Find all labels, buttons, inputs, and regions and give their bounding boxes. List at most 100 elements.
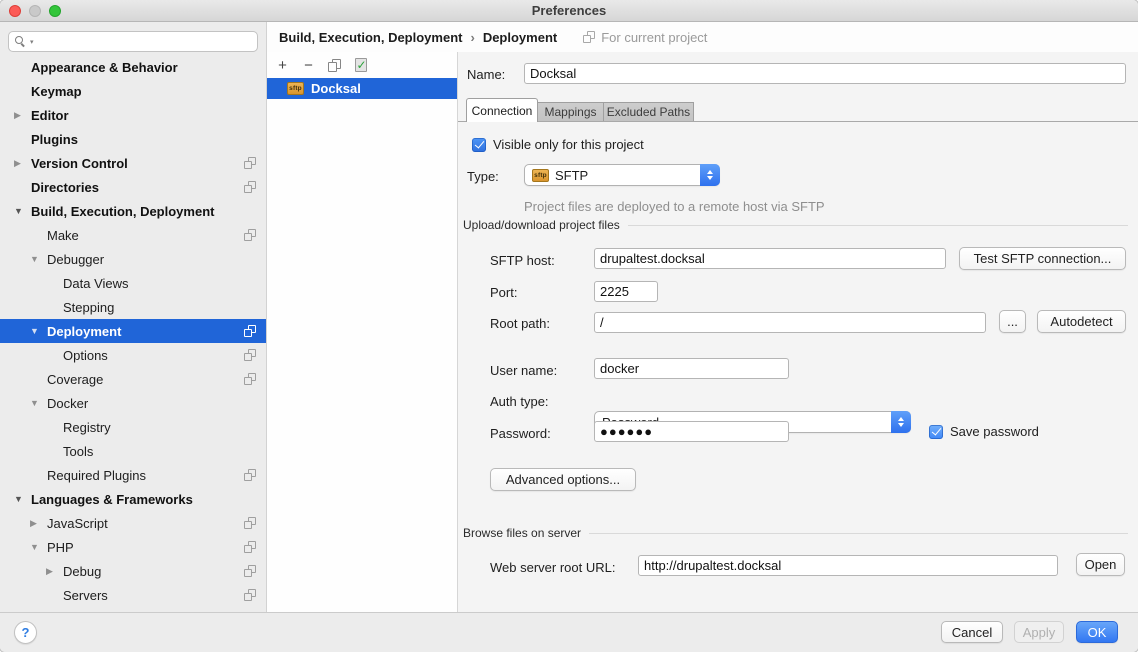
chevron-down-icon[interactable] [14,206,31,216]
visible-only-checkbox[interactable]: Visible only for this project [472,137,644,152]
sidebar-item-data-views[interactable]: Data Views [0,271,266,295]
sidebar-item-build-execution-deployment[interactable]: Build, Execution, Deployment [0,199,266,223]
scope-indicator: For current project [583,30,707,45]
chevron-down-icon[interactable] [30,326,47,336]
auth-type-label: Auth type: [490,394,549,409]
checkbox-checked-icon[interactable] [929,425,943,439]
name-label: Name: [467,67,505,82]
upload-section-header: Upload/download project files [463,218,1128,232]
deployment-form: Name: Connection Mappings Excluded Paths… [457,52,1138,612]
sidebar-item-make[interactable]: Make [0,223,266,247]
sidebar-item-javascript[interactable]: JavaScript [0,511,266,535]
sftp-host-label: SFTP host: [490,253,555,268]
sidebar-item-docker[interactable]: Docker [0,391,266,415]
port-input[interactable] [594,281,658,302]
search-options-caret-icon[interactable]: ▾ [30,38,34,46]
sidebar-item-options[interactable]: Options [0,343,266,367]
chevron-down-icon[interactable] [30,398,47,408]
root-path-input[interactable] [594,312,986,333]
checkbox-checked-icon[interactable] [472,138,486,152]
sftp-host-input[interactable] [594,248,946,269]
add-server-button[interactable]: + [274,57,291,74]
settings-search-input[interactable]: ▾ [8,31,258,52]
server-list-toolbar: + − [267,52,457,78]
type-label: Type: [467,169,499,184]
sidebar-item-coverage[interactable]: Coverage [0,367,266,391]
chevron-down-icon[interactable] [14,494,31,504]
sidebar-item-appearance-behavior[interactable]: Appearance & Behavior [0,55,266,79]
tabbar: Connection Mappings Excluded Paths [458,98,1138,122]
sidebar-item-debug[interactable]: Debug [0,559,266,583]
tab-mappings[interactable]: Mappings [538,102,604,122]
sidebar-item-tools[interactable]: Tools [0,439,266,463]
current-project-icon [244,229,256,241]
ok-button[interactable]: OK [1076,621,1118,643]
breadcrumb-category[interactable]: Build, Execution, Deployment [279,30,462,45]
check-page-icon [354,58,368,72]
chevron-down-icon[interactable] [30,254,47,264]
current-project-icon [244,157,256,169]
sidebar-item-debugger[interactable]: Debugger [0,247,266,271]
current-project-icon [244,349,256,361]
open-url-button[interactable]: Open [1076,553,1125,576]
breadcrumb-page: Deployment [483,30,557,45]
save-password-checkbox[interactable]: Save password [929,424,1039,439]
cancel-button[interactable]: Cancel [941,621,1003,643]
name-input[interactable] [524,63,1126,84]
main-panel: Build, Execution, Deployment › Deploymen… [267,22,1138,612]
current-project-icon [244,541,256,553]
browse-section-header: Browse files on server [463,526,1128,540]
sidebar-item-editor[interactable]: Editor [0,103,266,127]
settings-tree: Appearance & Behavior Keymap Editor Plug… [0,55,266,607]
server-list-panel: + − sftp Docksal [267,52,457,612]
type-select[interactable]: sftp SFTP [524,164,720,186]
server-list-item-docksal[interactable]: sftp Docksal [267,78,457,99]
autodetect-button[interactable]: Autodetect [1037,310,1126,333]
chevron-right-icon[interactable] [14,110,31,121]
sidebar-item-servers[interactable]: Servers [0,583,266,607]
copy-server-button[interactable] [326,57,343,74]
current-project-icon [244,589,256,601]
use-as-default-button[interactable] [352,57,369,74]
help-button[interactable]: ? [14,621,37,644]
tab-excluded-paths[interactable]: Excluded Paths [604,102,694,122]
sidebar-item-php[interactable]: PHP [0,535,266,559]
section-divider [589,533,1128,534]
section-divider [628,225,1128,226]
test-sftp-connection-button[interactable]: Test SFTP connection... [959,247,1126,270]
dropdown-stepper-icon[interactable] [700,164,720,186]
apply-button: Apply [1014,621,1064,643]
password-label: Password: [490,426,551,441]
sidebar-item-deployment[interactable]: Deployment [0,319,266,343]
sidebar-item-keymap[interactable]: Keymap [0,79,266,103]
web-root-input[interactable] [638,555,1058,576]
chevron-right-icon[interactable] [30,518,47,529]
tab-connection[interactable]: Connection [466,98,538,122]
browse-root-path-button[interactable]: ... [999,310,1026,333]
sidebar-item-version-control[interactable]: Version Control [0,151,266,175]
chevron-down-icon[interactable] [30,542,47,552]
copy-icon [328,59,341,72]
type-value: SFTP [555,168,588,183]
advanced-options-button[interactable]: Advanced options... [490,468,636,491]
chevron-right-icon[interactable] [14,158,31,169]
breadcrumb: Build, Execution, Deployment › Deploymen… [267,22,1138,52]
sidebar-item-directories[interactable]: Directories [0,175,266,199]
sidebar-item-languages-frameworks[interactable]: Languages & Frameworks [0,487,266,511]
sidebar-item-required-plugins[interactable]: Required Plugins [0,463,266,487]
sidebar-item-stepping[interactable]: Stepping [0,295,266,319]
user-name-input[interactable] [594,358,789,379]
chevron-right-icon[interactable] [46,566,63,577]
remove-server-button[interactable]: − [300,57,317,74]
sidebar-item-registry[interactable]: Registry [0,415,266,439]
save-password-label: Save password [950,424,1039,439]
sidebar-item-plugins[interactable]: Plugins [0,127,266,151]
sftp-icon: sftp [532,169,549,182]
titlebar: Preferences [0,0,1138,22]
current-project-icon [244,517,256,529]
current-project-icon [244,373,256,385]
dropdown-stepper-icon[interactable] [891,411,911,433]
current-project-icon [244,565,256,577]
password-input[interactable] [594,421,789,442]
current-project-icon [244,181,256,193]
